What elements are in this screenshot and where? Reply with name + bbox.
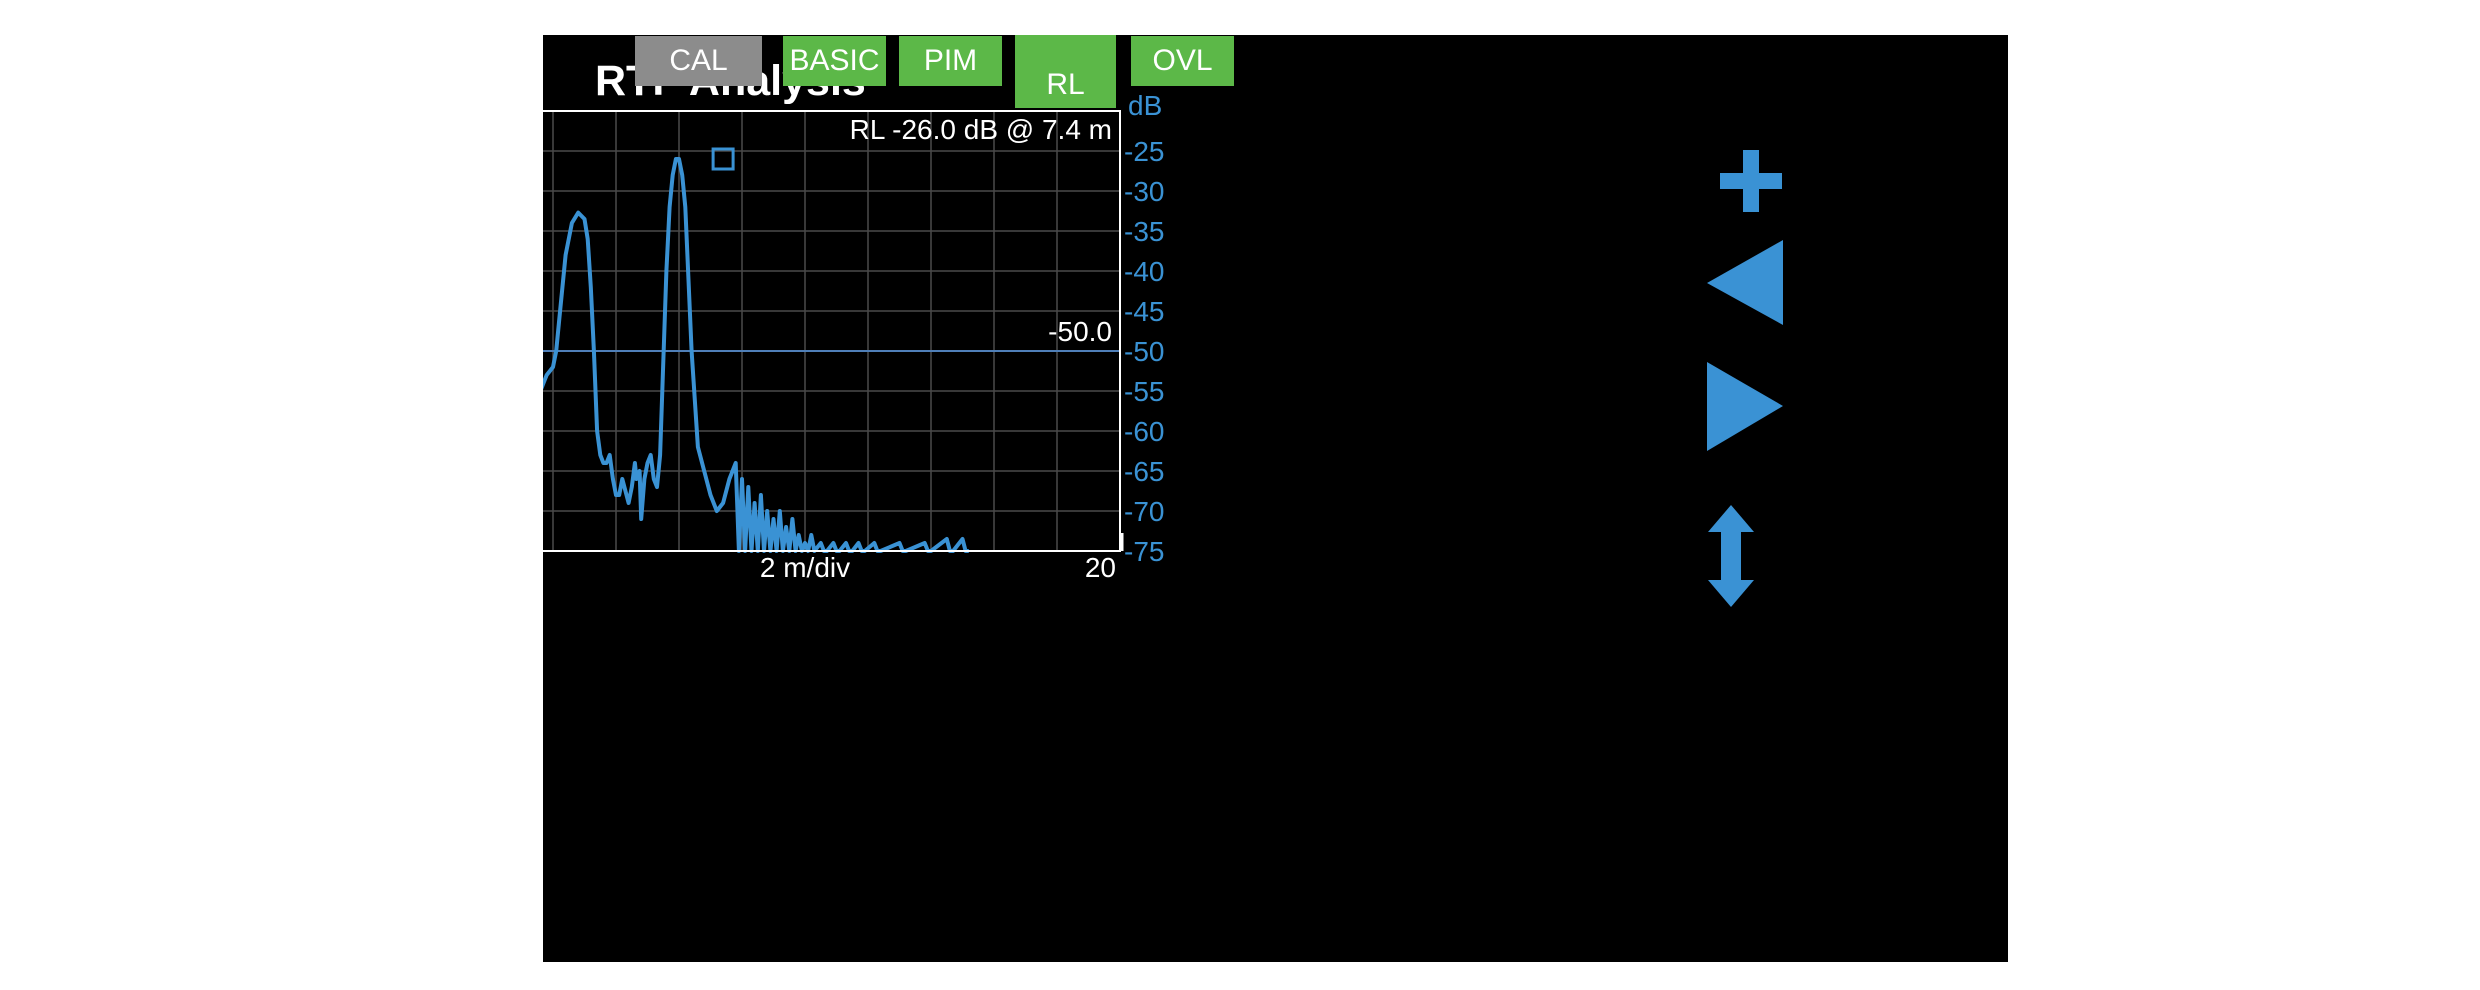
y-tick-label: -45 bbox=[1124, 296, 1164, 327]
y-tick-label: -40 bbox=[1124, 256, 1164, 287]
marker-right-icon bbox=[1707, 362, 1783, 451]
y-tick-label: -25 bbox=[1124, 136, 1164, 167]
y-tick-label: -30 bbox=[1124, 176, 1164, 207]
rl-chart: -50.0 RL -26.0 dB @ 7.4 m dB -25 -30 -35 -4… bbox=[543, 90, 1783, 607]
zoom-in-icon bbox=[1720, 150, 1782, 212]
y-tick-label: -55 bbox=[1124, 376, 1164, 407]
chart-frame bbox=[543, 110, 1121, 552]
y-tick-labels: -25 -30 -35 -40 -45 -50 -55 -60 -65 -70 -75 bbox=[1124, 136, 1164, 567]
peak-marker bbox=[711, 147, 735, 171]
y-axis-unit: dB bbox=[1128, 90, 1162, 121]
vertical-scale-icon bbox=[1708, 505, 1754, 607]
x-tick-label: 20 bbox=[1085, 552, 1116, 583]
marker-readout: RL -26.0 dB @ 7.4 m bbox=[850, 114, 1112, 145]
y-tick-label: -70 bbox=[1124, 496, 1164, 527]
marker-left-button[interactable] bbox=[1707, 240, 1783, 325]
y-tick-label: -75 bbox=[1124, 536, 1164, 567]
y-tick-label: -60 bbox=[1124, 416, 1164, 447]
rl-trace bbox=[543, 157, 969, 553]
y-tick-label: -35 bbox=[1124, 216, 1164, 247]
chart-grid bbox=[543, 111, 1120, 551]
marker-right-button[interactable] bbox=[1707, 362, 1783, 451]
x-tick-label: 2 m/div bbox=[760, 552, 850, 583]
marker-left-icon bbox=[1707, 240, 1783, 325]
zoom-in-button[interactable] bbox=[1720, 150, 1782, 212]
instrument-screen: RTF Analysis CAL BASIC PIM RL OVL -50.0 … bbox=[543, 35, 2008, 962]
x-tick-labels: 02 m/div20 bbox=[760, 552, 1116, 583]
y-tick-label: -65 bbox=[1124, 456, 1164, 487]
threshold-label: -50.0 bbox=[1048, 316, 1112, 347]
y-tick-label: -50 bbox=[1124, 336, 1164, 367]
vertical-scale-button[interactable] bbox=[1708, 505, 1754, 607]
